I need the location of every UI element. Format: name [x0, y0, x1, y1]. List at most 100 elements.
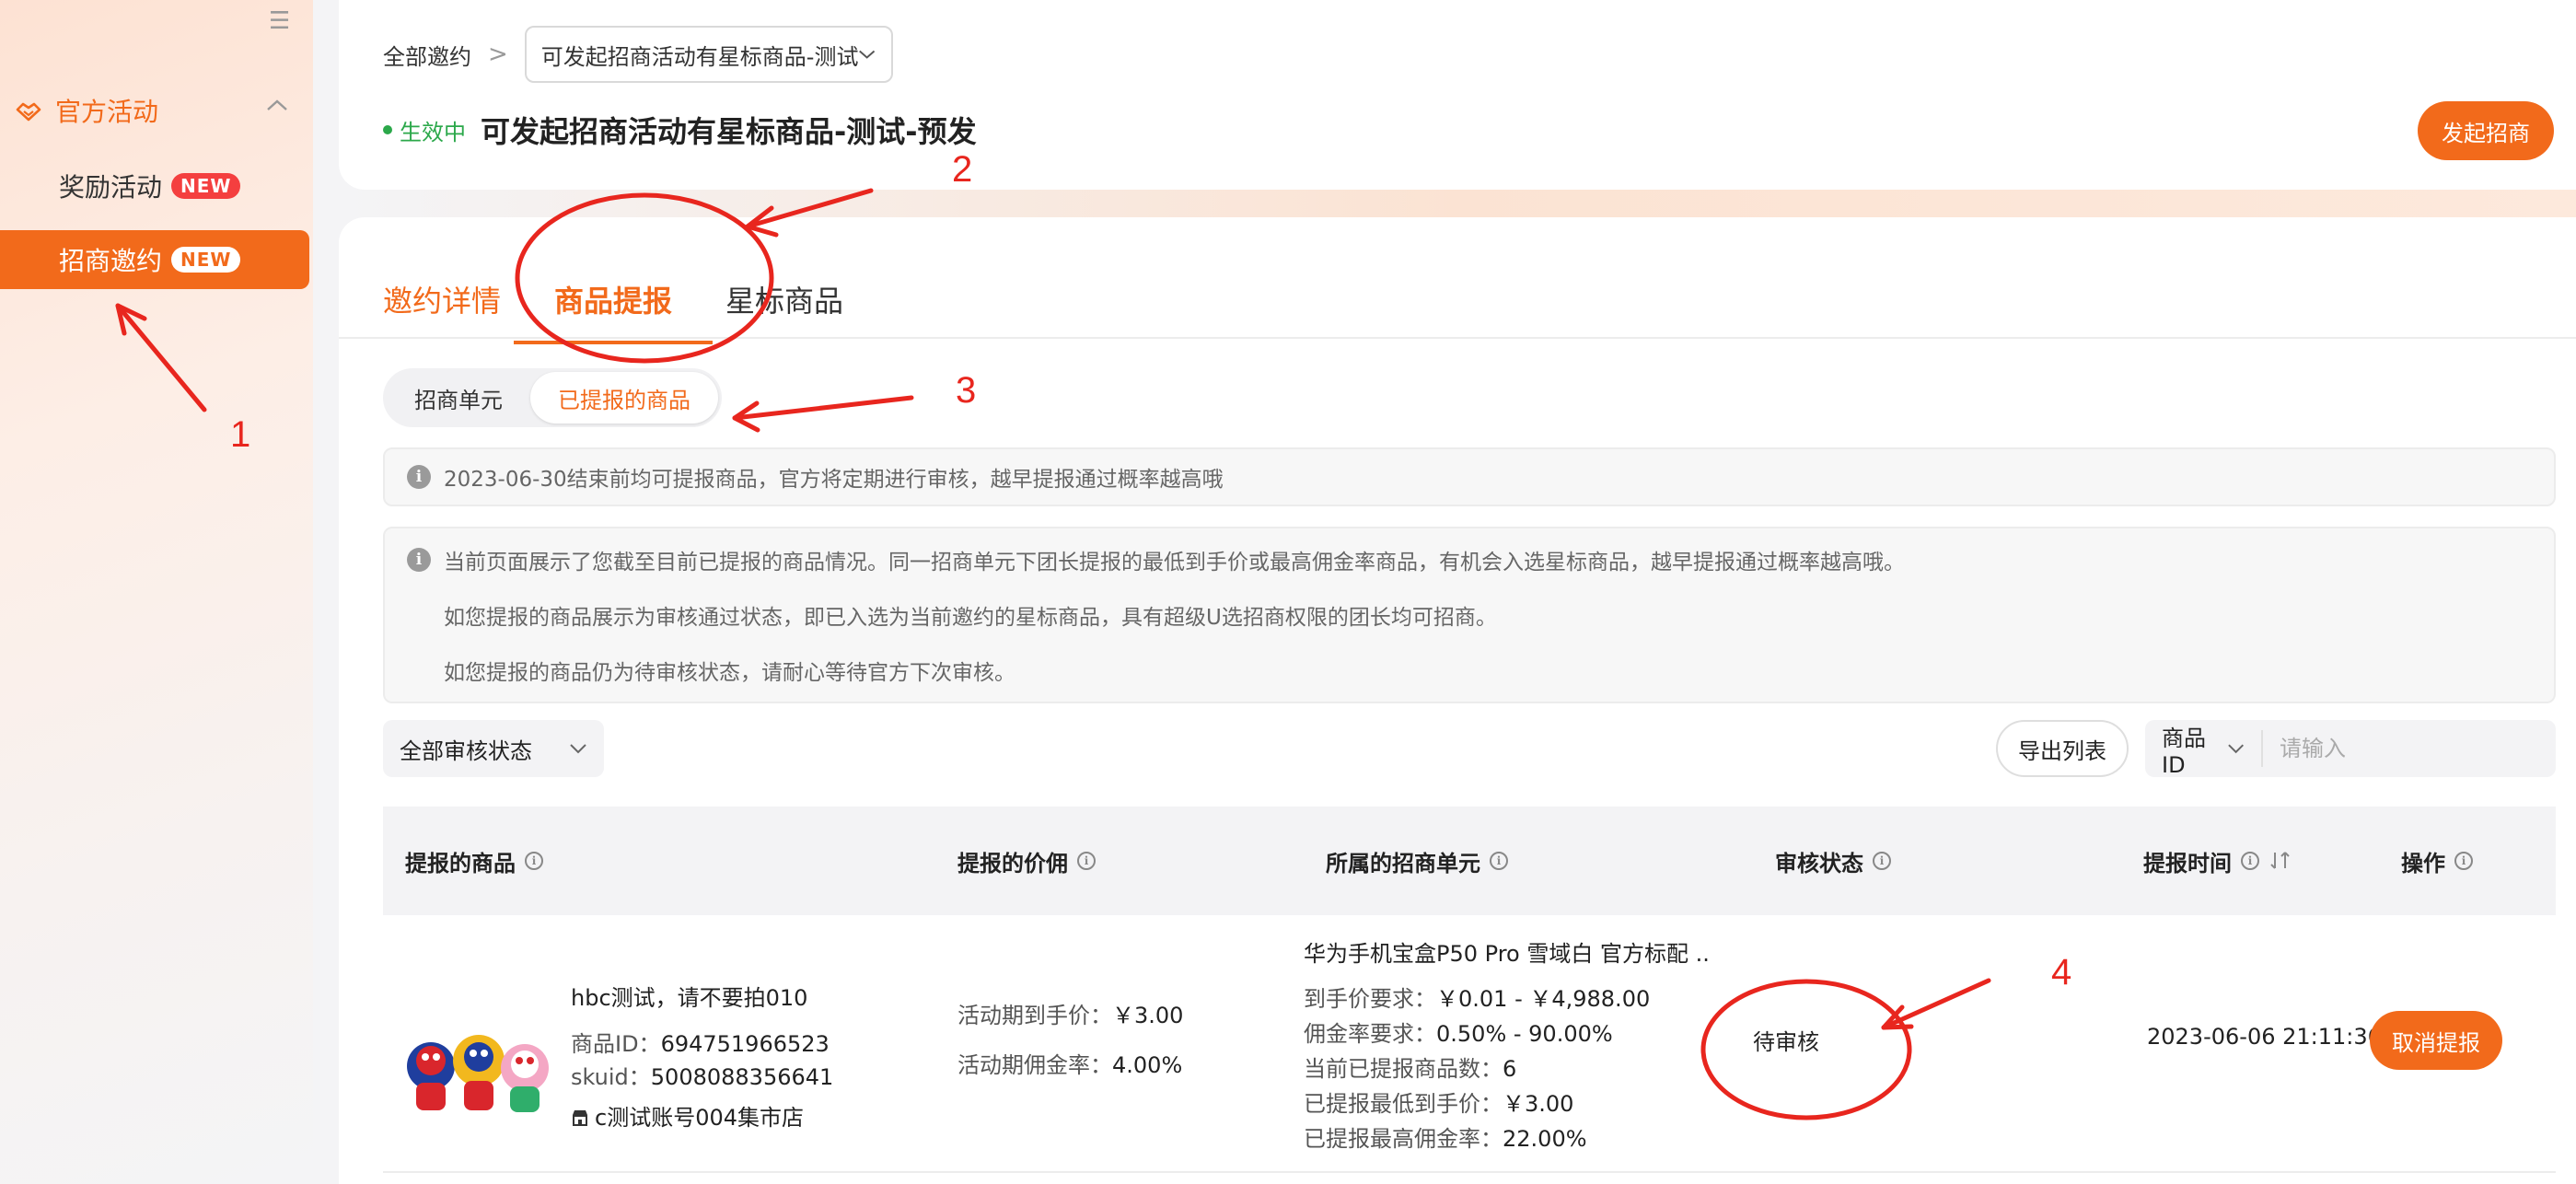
chevron-down-icon	[2228, 744, 2244, 754]
search-type-select[interactable]: 商品ID	[2145, 725, 2263, 778]
deadline-notice: i 2023-06-30结束前均可提报商品，官方将定期进行审核，越早提报通过概率…	[383, 447, 2556, 506]
unit-detail-label: 当前已提报商品数：	[1304, 1056, 1503, 1082]
sidebar-group-label: 官方活动	[55, 97, 159, 127]
new-badge: NEW	[171, 247, 241, 273]
breadcrumb-separator: >	[488, 41, 508, 68]
unit-detail-value: 22.00%	[1503, 1126, 1587, 1152]
explanation-line: 如您提报的商品展示为审核通过状态，即已入选为当前邀约的星标商品，具有超级U选招商…	[444, 606, 1497, 630]
review-status-select[interactable]: 全部审核状态	[383, 720, 604, 777]
commission-label: 活动期佣金率：	[957, 1052, 1112, 1078]
column-header-action: 操作 i	[2401, 807, 2473, 915]
invitation-select-value: 可发起招商活动有星标商品-测试	[540, 43, 859, 70]
commission-value: 4.00%	[1112, 1052, 1183, 1078]
segmented-control: 招商单元 已提报的商品	[383, 368, 722, 427]
breadcrumb: 全部邀约 > 可发起招商活动有星标商品-测试	[383, 26, 893, 83]
tab-product-submission[interactable]: 商品提报	[514, 258, 714, 344]
shop-name: c测试账号004集市店	[595, 1105, 805, 1131]
chevron-up-icon[interactable]	[265, 98, 289, 112]
info-icon: i	[407, 465, 431, 489]
sidebar-item-reward-activity[interactable]: 奖励活动 NEW	[0, 157, 309, 215]
product-thumbnail	[407, 1035, 549, 1112]
submitted-price-commission: 活动期到手价：￥3.00 活动期佣金率：4.00%	[957, 998, 1183, 1083]
annotation-number-1: 1	[230, 414, 251, 455]
column-header-label: 审核状态	[1775, 850, 1863, 876]
annotation-number-3: 3	[956, 370, 977, 411]
product-id-label: 商品ID：	[571, 1031, 661, 1057]
info-icon[interactable]: i	[2241, 852, 2259, 870]
tab-divider	[339, 337, 2576, 339]
sort-icon[interactable]	[2269, 850, 2292, 872]
chevron-down-icon	[859, 50, 876, 59]
price-label: 活动期到手价：	[957, 1003, 1112, 1028]
table-header: 提报的商品 i 提报的价佣 i 所属的招商单元 i 审核状态 i 提报时间 i …	[383, 807, 2556, 915]
skuid: 5008088356641	[650, 1064, 834, 1090]
submission-time: 2023-06-06 21:11:36	[2147, 1024, 2382, 1050]
start-invitation-button[interactable]: 发起招商	[2418, 101, 2554, 160]
info-icon[interactable]: i	[1490, 852, 1508, 870]
price-value: ￥3.00	[1112, 1003, 1184, 1028]
unit-detail-value: 6	[1503, 1056, 1517, 1082]
annotation-number-2: 2	[952, 149, 973, 190]
unit-detail-label: 到手价要求：	[1304, 986, 1436, 1012]
unit-detail-label: 佣金率要求：	[1304, 1021, 1436, 1047]
column-header-time: 提报时间 i	[2143, 807, 2292, 915]
handshake-icon	[16, 102, 41, 122]
info-icon[interactable]: i	[1077, 852, 1096, 870]
shop-icon	[573, 1110, 587, 1126]
sidebar-group-official-activities[interactable]: 官方活动	[15, 92, 287, 129]
explanation-line: 如您提报的商品仍为待审核状态，请耐心等待官方下次审核。	[444, 661, 1015, 685]
cancel-submission-button[interactable]: 取消提报	[2370, 1011, 2502, 1070]
breadcrumb-root-link[interactable]: 全部邀约	[383, 39, 471, 71]
sidebar-item-label: 招商邀约	[59, 246, 163, 276]
invitation-select[interactable]: 可发起招商活动有星标商品-测试	[524, 26, 893, 83]
sidebar-item-invitation[interactable]: 招商邀约 NEW	[0, 230, 309, 289]
review-status-select-value: 全部审核状态	[400, 737, 532, 764]
segment-submitted-products[interactable]: 已提报的商品	[530, 372, 718, 424]
skuid-label: skuid：	[571, 1064, 651, 1090]
info-icon[interactable]: i	[2454, 852, 2473, 870]
export-list-button[interactable]: 导出列表	[1996, 720, 2129, 777]
tab-invitation-details[interactable]: 邀约详情	[383, 258, 501, 341]
tab-starred-products[interactable]: 星标商品	[725, 258, 843, 341]
table-row: hbc测试，请不要拍010 商品ID：694751966523 skuid：50…	[383, 915, 2556, 1173]
product-name[interactable]: hbc测试，请不要拍010	[571, 981, 833, 1015]
header-card: 全部邀约 > 可发起招商活动有星标商品-测试 生效中 可发起招商活动有星标商品-…	[339, 0, 2576, 190]
info-icon[interactable]: i	[1873, 852, 1891, 870]
menu-collapse-icon[interactable]: ☰	[269, 9, 290, 33]
unit-details: 到手价要求：￥0.01 - ￥4,988.00 佣金率要求：0.50% - 90…	[1304, 981, 1650, 1156]
deadline-notice-text: 2023-06-30结束前均可提报商品，官方将定期进行审核，越早提报通过概率越高…	[444, 468, 1224, 492]
column-header-label: 提报的商品	[405, 850, 516, 876]
segment-invitation-units[interactable]: 招商单元	[387, 372, 530, 424]
product-info: hbc测试，请不要拍010 商品ID：694751966523 skuid：50…	[571, 981, 833, 1134]
search-type-value: 商品ID	[2162, 725, 2206, 778]
column-header-unit: 所属的招商单元 i	[1326, 807, 1508, 915]
title-row: 生效中 可发起招商活动有星标商品-测试-预发	[383, 109, 977, 151]
column-header-status: 审核状态 i	[1775, 807, 1891, 915]
new-badge: NEW	[171, 173, 241, 199]
sidebar: ☰ 官方活动 奖励活动 NEW 招商邀约 NEW	[0, 0, 313, 1184]
info-icon[interactable]: i	[525, 852, 543, 870]
column-header-label: 所属的招商单元	[1326, 850, 1480, 876]
unit-detail-label: 已提报最高佣金率：	[1304, 1126, 1503, 1152]
tab-bar: 邀约详情 商品提报 星标商品	[383, 258, 843, 344]
chevron-down-icon	[570, 744, 586, 754]
info-icon: i	[407, 548, 431, 572]
unit-detail-value: 0.50% - 90.00%	[1436, 1021, 1613, 1047]
product-id: 694751966523	[660, 1031, 830, 1057]
annotation-number-4: 4	[2051, 952, 2072, 992]
column-header-product: 提报的商品 i	[405, 807, 543, 915]
column-header-label: 提报时间	[2143, 850, 2232, 876]
explanation-notice: i 当前页面展示了您截至目前已提报的商品情况。同一招商单元下团长提报的最低到手价…	[383, 527, 2556, 703]
shop-name-row: c测试账号004集市店	[571, 1101, 833, 1134]
column-header-label: 提报的价佣	[957, 850, 1068, 876]
status-dot-icon	[383, 125, 392, 134]
unit-detail-value: ￥0.01 - ￥4,988.00	[1436, 986, 1651, 1012]
unit-title[interactable]: 华为手机宝盒P50 Pro 雪域白 官方标配 ...	[1304, 935, 1709, 968]
main-card: 邀约详情 商品提报 星标商品 招商单元 已提报的商品 i 2023-06-30结…	[339, 217, 2576, 1184]
status-label: 生效中	[400, 119, 466, 145]
column-header-label: 操作	[2401, 850, 2445, 876]
sidebar-item-label: 奖励活动	[59, 172, 163, 203]
search-group: 商品ID	[2145, 720, 2556, 778]
unit-detail-label: 已提报最低到手价：	[1304, 1091, 1503, 1117]
search-input[interactable]	[2263, 720, 2556, 777]
